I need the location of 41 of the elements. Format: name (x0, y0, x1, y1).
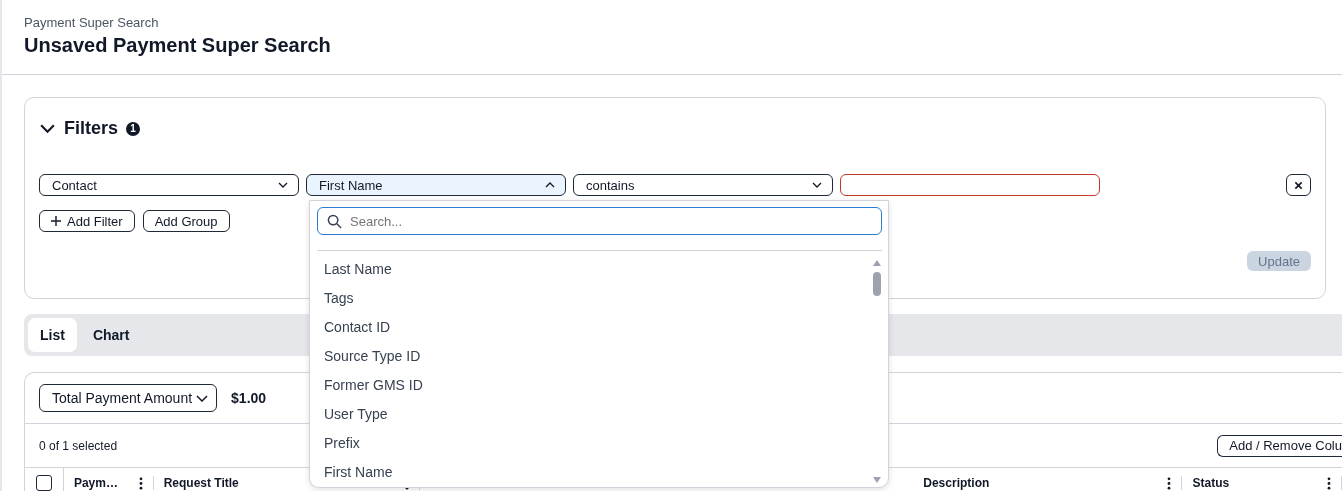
caret-icon (812, 182, 822, 188)
dropdown-option[interactable]: Former GMS ID (324, 371, 871, 400)
plus-icon (51, 216, 61, 226)
field-select[interactable]: Contact (39, 174, 299, 196)
value-input[interactable] (840, 174, 1100, 196)
caret-icon (278, 182, 288, 188)
select-all-checkbox[interactable] (35, 475, 52, 491)
caret-icon (545, 182, 555, 188)
column-header[interactable]: Paym… (73, 476, 129, 490)
dropdown-option[interactable]: Tags (324, 284, 871, 313)
scrollbar-thumb[interactable] (872, 272, 881, 296)
tab[interactable]: Chart (80, 318, 142, 352)
more-icon[interactable] (138, 476, 143, 490)
filter-count-badge: 1 (126, 121, 141, 136)
metric-select[interactable]: Total Payment Amount (39, 384, 218, 412)
column-header[interactable]: Description (923, 476, 1158, 490)
search-field[interactable]: Search... (317, 207, 882, 235)
caret-icon (196, 394, 209, 402)
dropdown-option[interactable]: Source Type ID (324, 342, 871, 371)
dropdown-option[interactable]: First Name (324, 458, 871, 487)
page-title: Unsaved Payment Super Search (24, 34, 332, 57)
dropdown-option[interactable]: User Type (324, 400, 871, 429)
remove-filter-button[interactable] (1286, 174, 1311, 196)
more-icon[interactable] (1327, 476, 1331, 490)
filters-title: Filters (64, 118, 119, 139)
add-button[interactable]: Add Filter (39, 210, 135, 232)
dropdown-option[interactable]: Last Name (324, 255, 871, 284)
add-button[interactable]: Add Group (142, 210, 230, 232)
close-icon (1294, 180, 1303, 190)
total-amount: $1.00 (231, 390, 267, 406)
selection-count: 0 of 1 selected (39, 438, 118, 453)
operator-select[interactable]: contains (573, 174, 833, 196)
column-header[interactable]: Status (1192, 476, 1317, 490)
dropdown-option[interactable]: Contact ID (324, 313, 871, 342)
tab[interactable]: List (28, 318, 77, 352)
breadcrumb: Payment Super Search (24, 15, 160, 30)
dropdown-option[interactable]: Prefix (324, 429, 871, 458)
search-icon (327, 214, 342, 229)
subfield-select[interactable]: First Name (306, 174, 566, 196)
more-icon[interactable] (1167, 476, 1172, 490)
columns-button[interactable]: Add / Remove Colu (1217, 434, 1342, 457)
